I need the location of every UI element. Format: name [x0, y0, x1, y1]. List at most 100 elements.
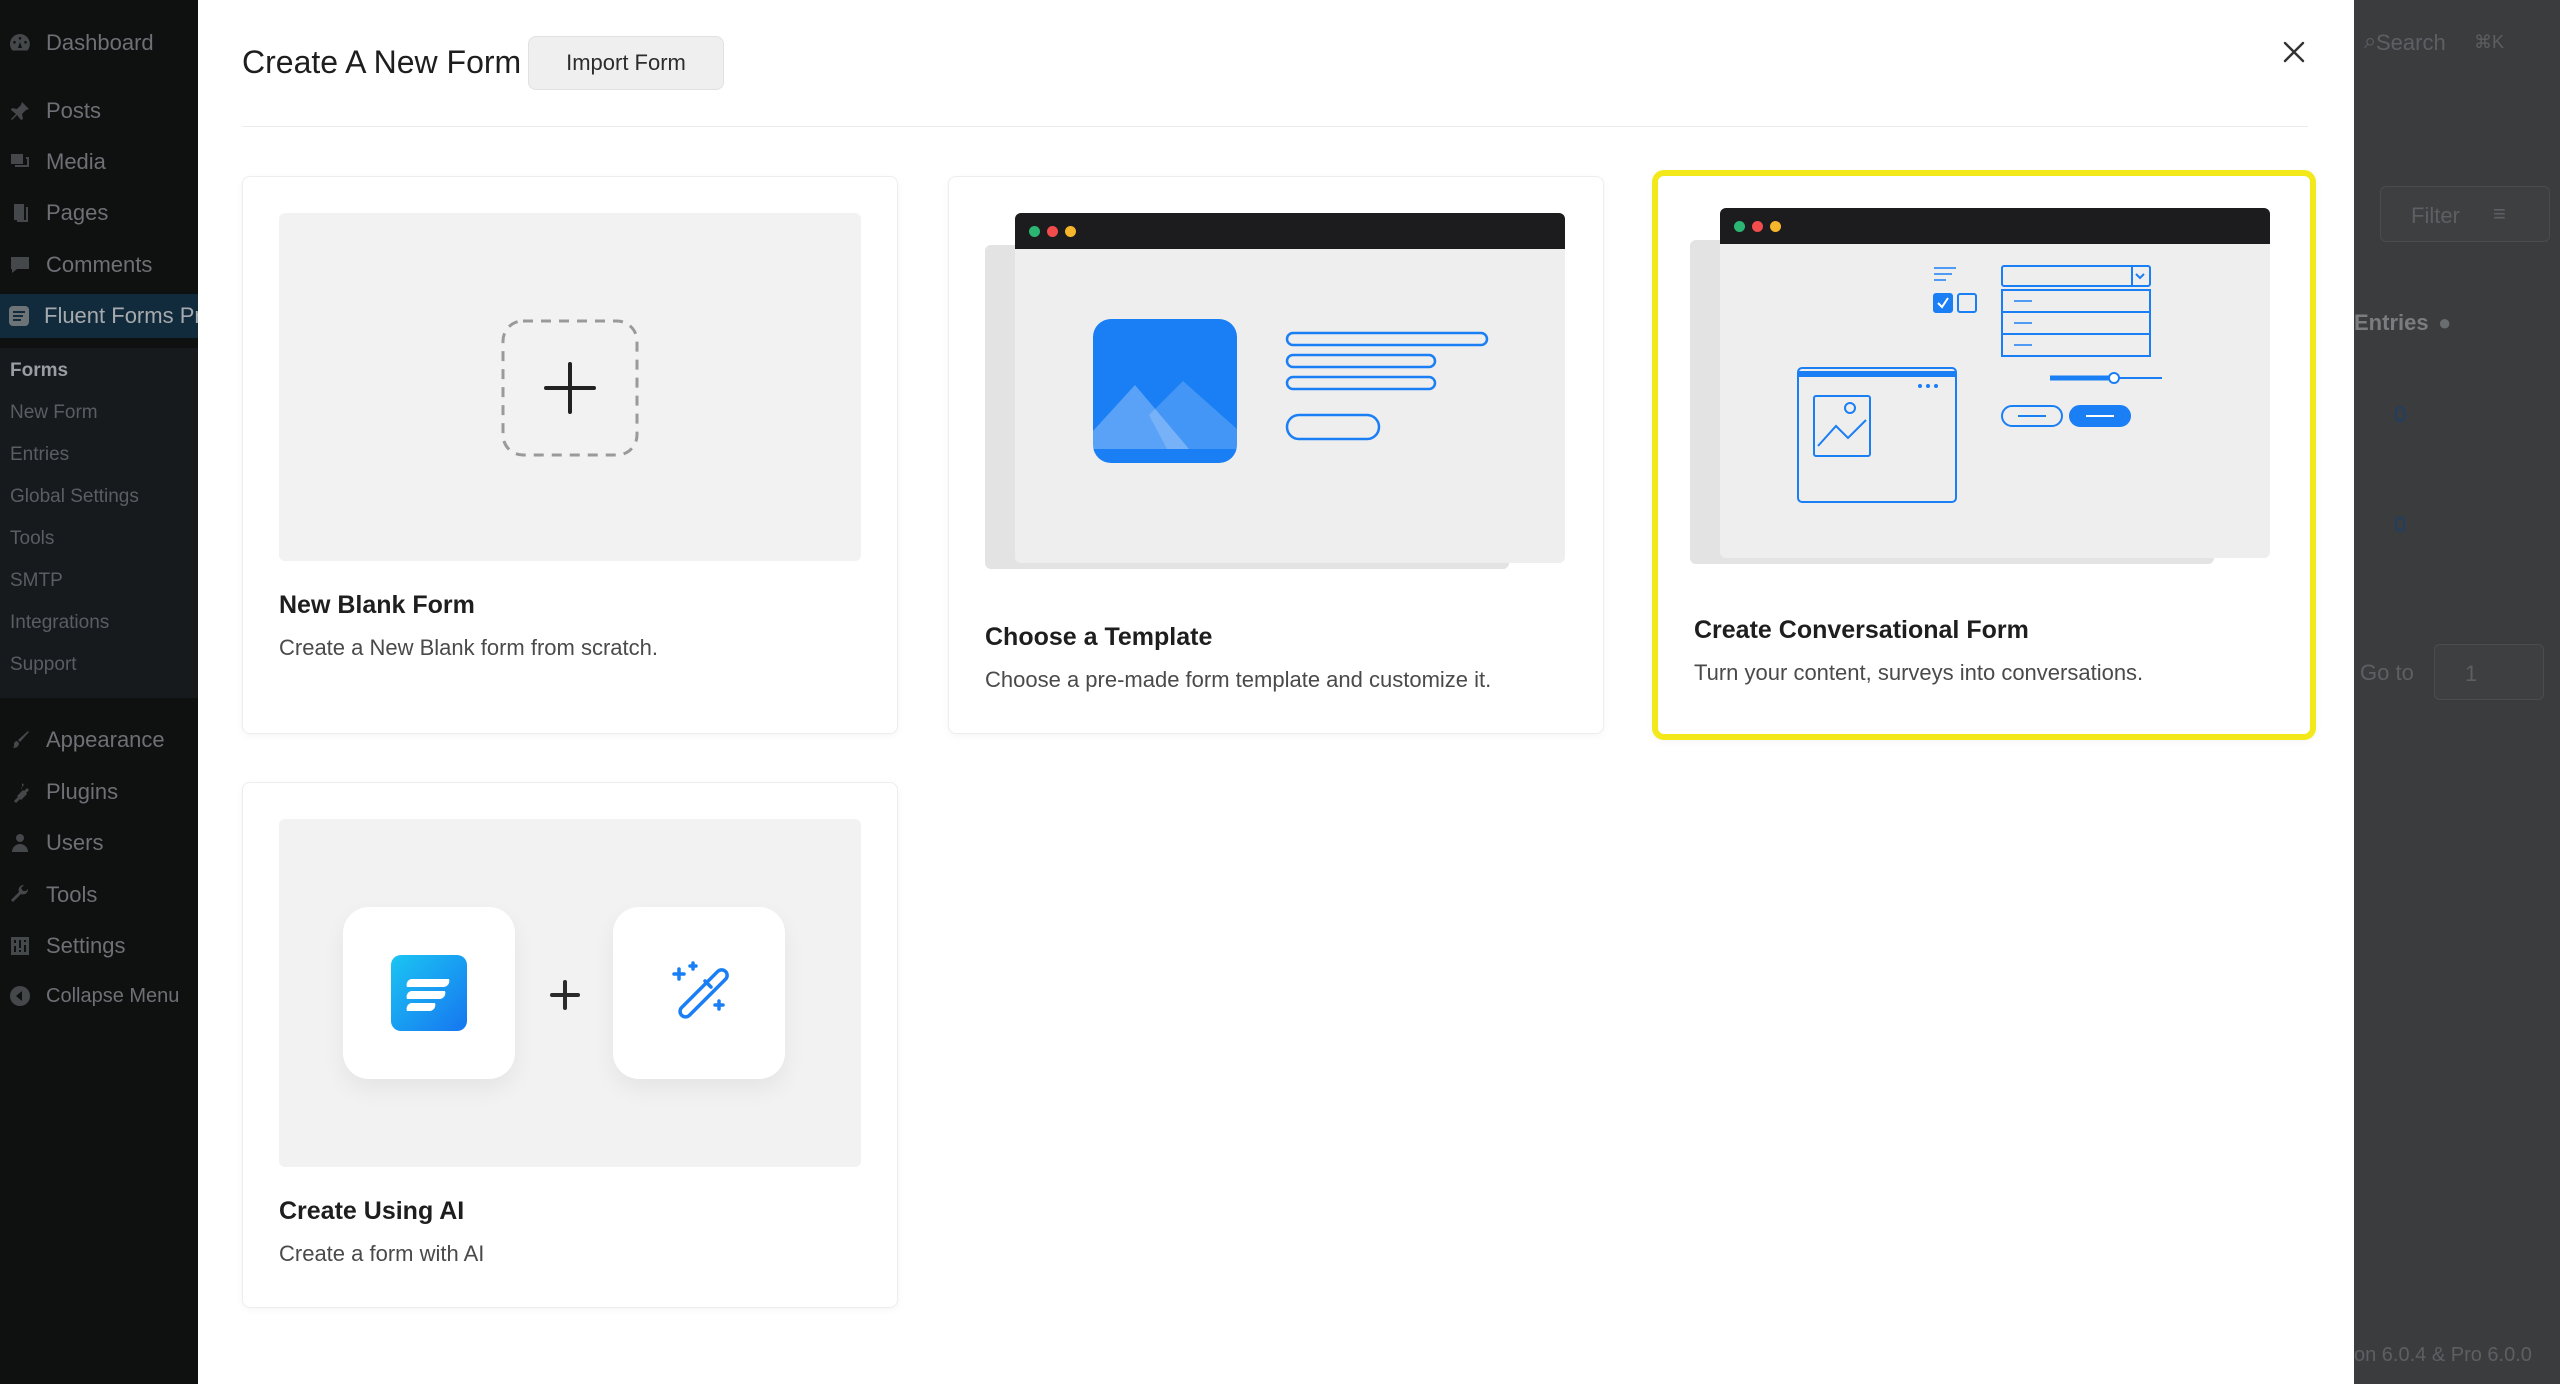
pages-icon	[7, 200, 33, 226]
card-description: Turn your content, surveys into conversa…	[1694, 660, 2144, 685]
template-preview-window	[1015, 213, 1565, 563]
image-placeholder-icon	[1093, 319, 1237, 463]
admin-sidebar: Dashboard Posts Media Pages Comments Flu…	[0, 0, 202, 1384]
sidebar-item-fluent-forms[interactable]: Fluent Forms Pr	[0, 294, 202, 338]
sidebar-item-label: Users	[46, 830, 104, 855]
background-goto-label: Go to	[2360, 660, 2414, 685]
window-bar	[1720, 208, 2270, 244]
window-dot	[1029, 226, 1040, 237]
sidebar-item-label: Dashboard	[46, 30, 154, 55]
sidebar-item-comments[interactable]: Comments	[0, 243, 198, 287]
magic-wand-icon	[672, 961, 729, 1019]
window-dot	[1770, 221, 1781, 232]
plugin-icon	[7, 779, 33, 805]
conversational-illustration	[1797, 265, 2162, 503]
sidebar-item-label: Collapse Menu	[46, 984, 180, 1007]
fluent-forms-icon	[7, 303, 31, 329]
card-title: Choose a Template	[985, 623, 1213, 651]
sidebar-item-appearance[interactable]: Appearance	[0, 718, 198, 762]
header-divider	[242, 126, 2308, 127]
submenu-item-new-form[interactable]: New Form	[10, 402, 98, 424]
fluent-forms-tile	[343, 907, 515, 1079]
card-title: New Blank Form	[279, 591, 475, 619]
blank-form-preview	[279, 213, 861, 561]
sidebar-item-label: Appearance	[46, 727, 165, 752]
new-blank-form-card[interactable]: New Blank Form Create a New Blank form f…	[242, 176, 898, 734]
fluent-forms-submenu: Forms New Form Entries Global Settings T…	[0, 348, 198, 698]
sidebar-item-label: Media	[46, 149, 106, 174]
comments-icon	[7, 252, 33, 278]
window-dot	[1734, 221, 1745, 232]
sidebar-item-pages[interactable]: Pages	[0, 191, 198, 235]
create-using-ai-card[interactable]: Create Using AI Create a form with AI	[242, 782, 898, 1308]
users-icon	[7, 830, 33, 856]
ai-preview	[279, 819, 861, 1167]
media-icon	[7, 149, 33, 175]
add-icon	[501, 319, 639, 457]
info-icon: ●	[2438, 310, 2452, 335]
close-icon	[2283, 41, 2305, 63]
card-description: Create a New Blank form from scratch.	[279, 635, 659, 660]
background-filter-button: Filter ≡	[2380, 186, 2550, 242]
search-icon: ⌕	[2364, 28, 2377, 53]
window-dot	[1752, 221, 1763, 232]
window-bar	[1015, 213, 1565, 249]
plus-icon	[550, 980, 580, 1010]
sidebar-item-posts[interactable]: Posts	[0, 89, 198, 133]
card-title: Create Conversational Form	[1694, 616, 2029, 644]
background-version-text: on 6.0.4 & Pro 6.0.0	[2354, 1344, 2532, 1366]
background-search-shortcut: ⌘K	[2474, 32, 2505, 52]
background-entries-value: 0	[2394, 512, 2407, 537]
sidebar-item-dashboard[interactable]: Dashboard	[0, 21, 198, 65]
sidebar-item-label: Tools	[46, 882, 98, 907]
sidebar-item-users[interactable]: Users	[0, 821, 198, 865]
sidebar-item-label: Posts	[46, 98, 102, 123]
sidebar-item-label: Comments	[46, 252, 153, 277]
submenu-item-smtp[interactable]: SMTP	[10, 570, 63, 592]
sidebar-item-tools[interactable]: Tools	[0, 873, 198, 917]
sidebar-item-plugins[interactable]: Plugins	[0, 770, 198, 814]
submenu-item-tools[interactable]: Tools	[10, 528, 54, 550]
window-dot	[1047, 226, 1058, 237]
sidebar-item-media[interactable]: Media	[0, 140, 198, 184]
background-filter-label: Filter	[2411, 203, 2460, 228]
dashboard-icon	[7, 30, 33, 56]
conversational-preview-window	[1720, 208, 2270, 558]
sidebar-item-label: Settings	[46, 933, 126, 958]
modal-title: Create A New Form	[242, 44, 522, 80]
settings-icon	[7, 933, 33, 959]
submenu-item-integrations[interactable]: Integrations	[10, 612, 109, 634]
card-title: Create Using AI	[279, 1197, 465, 1225]
sidebar-item-label: Fluent Forms Pr	[44, 303, 202, 328]
close-button[interactable]	[2274, 32, 2314, 72]
filter-icon: ≡	[2493, 201, 2506, 226]
ai-wand-tile	[613, 907, 785, 1079]
background-entries-header: Entries	[2354, 310, 2429, 335]
conversational-form-card[interactable]: Create Conversational Form Turn your con…	[1652, 170, 2316, 740]
brush-icon	[7, 727, 33, 753]
form-fields-illustration	[1285, 331, 1489, 441]
fluent-forms-logo-icon	[391, 955, 467, 1031]
card-description: Choose a pre-made form template and cust…	[985, 667, 1492, 692]
sidebar-item-label: Plugins	[46, 779, 119, 804]
background-goto-input: 1	[2434, 644, 2544, 700]
background-entries-value: 0	[2394, 402, 2407, 427]
submenu-item-forms[interactable]: Forms	[10, 360, 68, 382]
background-goto-value: 1	[2465, 661, 2478, 686]
window-dot	[1065, 226, 1076, 237]
background-search-label: Search	[2376, 30, 2446, 55]
submenu-item-support[interactable]: Support	[10, 654, 77, 676]
collapse-icon	[7, 983, 33, 1009]
sidebar-item-settings[interactable]: Settings	[0, 924, 198, 968]
card-description: Create a form with AI	[279, 1241, 485, 1266]
import-form-button[interactable]: Import Form	[528, 36, 724, 90]
sidebar-item-label: Pages	[46, 200, 109, 225]
submenu-item-entries[interactable]: Entries	[10, 444, 69, 466]
choose-template-card[interactable]: Choose a Template Choose a pre-made form…	[948, 176, 1604, 734]
background-page: ⌕ Search ⌘K Filter ≡ Entries ● 0 0 Go to…	[2354, 0, 2560, 1384]
sidebar-item-collapse[interactable]: Collapse Menu	[0, 974, 198, 1018]
create-form-modal: Create A New Form Import Form New Blank …	[198, 0, 2354, 1384]
pin-icon	[7, 98, 33, 124]
submenu-item-global-settings[interactable]: Global Settings	[10, 486, 139, 508]
wrench-icon	[7, 882, 33, 908]
